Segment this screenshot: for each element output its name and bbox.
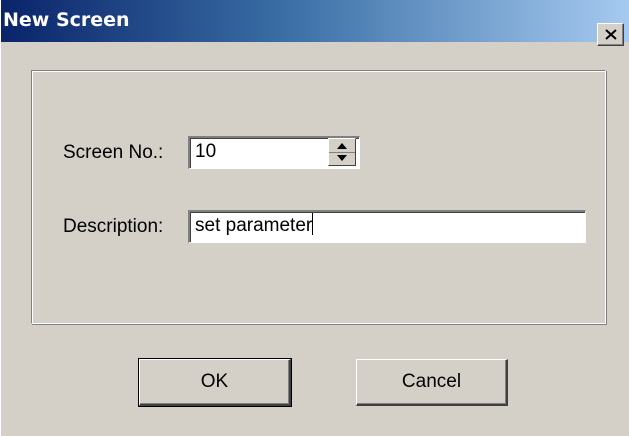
dialog-title: New Screen: [3, 9, 130, 31]
close-button[interactable]: [597, 23, 624, 46]
description-label: Description:: [63, 216, 164, 237]
stepper-up-button[interactable]: [329, 139, 355, 153]
screen-no-value: 10: [195, 141, 217, 162]
cancel-button[interactable]: Cancel: [356, 359, 508, 406]
text-caret: [312, 213, 314, 236]
stepper-down-button[interactable]: [329, 152, 355, 165]
description-input[interactable]: set parameter: [188, 210, 586, 243]
close-icon: [605, 29, 617, 40]
new-screen-dialog: New Screen Screen No.: 10 Description: s…: [0, 0, 629, 436]
form-group: [31, 70, 606, 324]
screen-no-stepper[interactable]: [328, 138, 356, 166]
arrow-down-icon: [337, 155, 347, 161]
screen-no-label: Screen No.:: [63, 142, 164, 163]
arrow-up-icon: [337, 143, 347, 149]
ok-button[interactable]: OK: [138, 358, 292, 407]
description-value: set parameter: [195, 215, 313, 236]
title-bar[interactable]: New Screen: [1, 0, 629, 42]
